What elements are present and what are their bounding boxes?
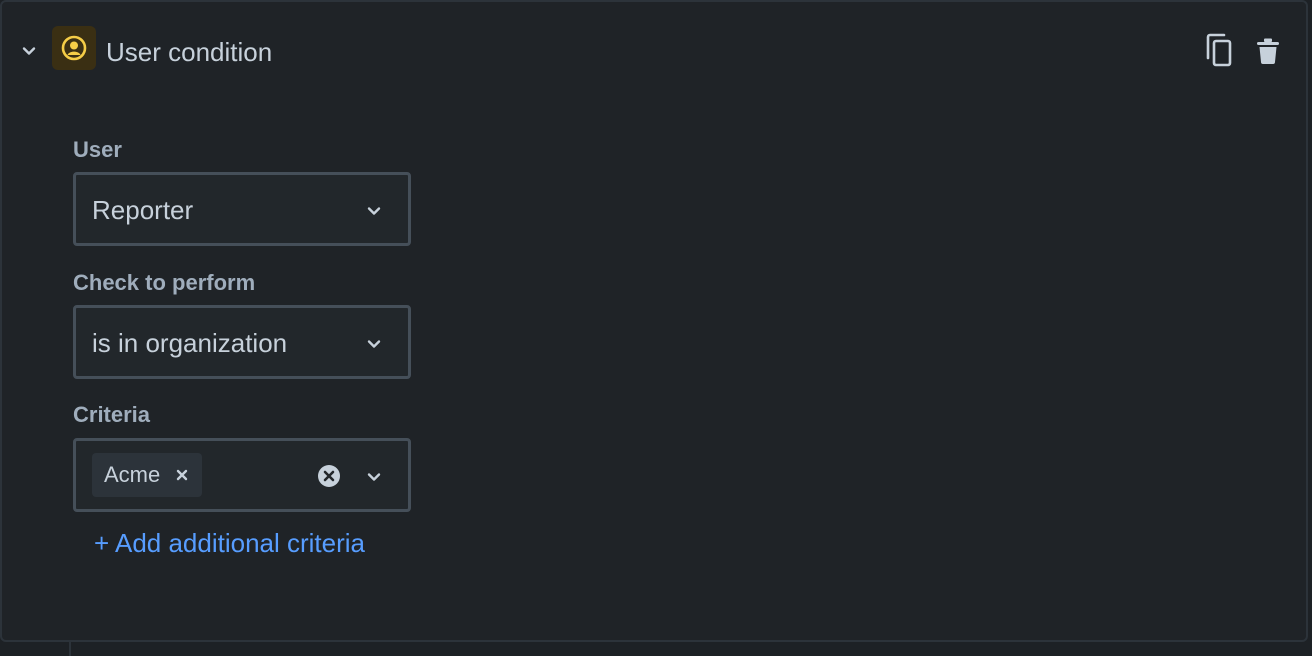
chevron-down-icon: [367, 340, 381, 348]
chevron-down-icon: [22, 47, 36, 55]
user-circle-icon: [61, 35, 87, 61]
trash-icon: [1257, 38, 1279, 64]
criteria-multiselect[interactable]: Acme: [73, 438, 411, 512]
remove-tag-button[interactable]: [172, 465, 192, 485]
chevron-down-icon: [367, 473, 381, 481]
divider: [69, 642, 71, 656]
user-select-value: Reporter: [92, 195, 194, 225]
criteria-field-label: Criteria: [73, 402, 151, 427]
user-field-label: User: [73, 137, 122, 162]
criteria-tag-label: Acme: [104, 462, 161, 487]
criteria-tag: Acme: [92, 453, 202, 497]
condition-header: User condition: [2, 2, 1306, 98]
user-condition-panel: User condition User Reporter Check to pe…: [0, 0, 1308, 642]
check-field-label: Check to perform: [73, 270, 256, 295]
user-select[interactable]: Reporter: [73, 172, 411, 246]
copy-icon: [1206, 33, 1232, 67]
condition-type-badge: [52, 26, 96, 70]
delete-button[interactable]: [1250, 32, 1286, 70]
check-select-value: is in organization: [92, 328, 288, 358]
add-criteria-link[interactable]: + Add additional criteria: [94, 526, 365, 560]
collapse-button[interactable]: [16, 38, 42, 64]
chevron-down-icon: [367, 207, 381, 215]
condition-title: User condition: [106, 37, 273, 67]
copy-button[interactable]: [1200, 30, 1238, 70]
clear-selection-icon[interactable]: [316, 463, 342, 489]
check-select[interactable]: is in organization: [73, 305, 411, 379]
close-icon: [176, 469, 188, 481]
